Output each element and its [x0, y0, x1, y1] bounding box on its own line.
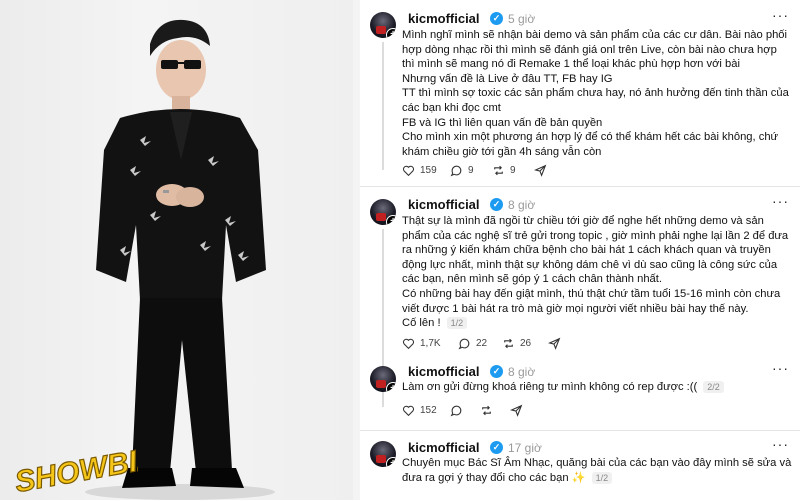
- comment-icon: [450, 165, 462, 177]
- share-button[interactable]: [534, 164, 552, 177]
- share-button[interactable]: [510, 404, 528, 417]
- repost-count: 9: [510, 165, 516, 176]
- post-time: 8 giờ: [508, 198, 536, 212]
- post-text: Thật sự là mình đã ngồi từ chiều tới giờ…: [402, 214, 792, 331]
- verified-badge-icon: ✓: [490, 198, 503, 211]
- thread-page-indicator: 1/2: [446, 317, 468, 330]
- thread-post: + kicmofficial ✓ 8 giờ ··· Thật sự là mì…: [360, 187, 800, 407]
- showbiz-watermark-logo: SHOWBIZ: [8, 441, 160, 500]
- comment-button[interactable]: [450, 404, 468, 417]
- username[interactable]: kicmofficial: [408, 364, 480, 379]
- post-text: Chuyên mục Bác Sĩ Âm Nhạc, quăng bài của…: [402, 456, 792, 485]
- thread-page-indicator: 1/2: [591, 471, 613, 484]
- post-text: Làm ơn gửi đừng khoá riêng tư mình không…: [402, 380, 792, 395]
- post-line: Có những bài hay đến giật mình, thú thật…: [402, 287, 781, 315]
- post-line: Cho mình xin một phương án hợp lý để có …: [402, 131, 779, 158]
- comment-count: 22: [476, 338, 488, 349]
- repost-button[interactable]: 9: [492, 164, 516, 177]
- repost-button[interactable]: [480, 404, 498, 417]
- send-icon: [534, 164, 547, 177]
- thread-page-indicator: 2/2: [703, 381, 724, 394]
- username[interactable]: kicmofficial: [408, 197, 480, 212]
- repost-button[interactable]: 26: [502, 337, 531, 350]
- thread-line: [382, 42, 384, 170]
- post-line: Mình nghĩ mình sẽ nhận bài demo và sản p…: [402, 29, 787, 71]
- artist-figure-illustration: [85, 19, 275, 500]
- avatar[interactable]: +: [370, 441, 396, 467]
- comment-icon: [458, 338, 470, 350]
- repost-icon: [504, 338, 513, 349]
- send-icon: [510, 404, 523, 417]
- thread-post: + kicmofficial ✓ 8 giờ ··· Làm ơn gửi đừ…: [360, 360, 800, 430]
- thread-post: + kicmofficial ✓ 17 giờ ··· Chuyên mục B…: [360, 431, 800, 500]
- share-button[interactable]: [548, 337, 566, 350]
- comment-icon: [450, 405, 462, 417]
- like-button[interactable]: 152: [402, 404, 437, 417]
- avatar[interactable]: +: [370, 366, 396, 392]
- avatar[interactable]: +: [370, 199, 396, 225]
- thread-post: + kicmofficial ✓ 5 giờ ··· Mình nghĩ mìn…: [360, 0, 800, 186]
- post-line: Thật sự là mình đã ngồi từ chiều tới giờ…: [402, 215, 789, 286]
- post-line: Làm ơn gửi đừng khoá riêng tư mình không…: [402, 381, 698, 393]
- threads-feed: + kicmofficial ✓ 5 giờ ··· Mình nghĩ mìn…: [360, 0, 800, 500]
- post-actions: 1,7K 22 26: [402, 337, 782, 353]
- watermark-text: SHOWBIZ: [12, 444, 138, 496]
- heart-icon: [402, 405, 415, 417]
- repost-icon: [494, 165, 503, 176]
- post-text: Mình nghĩ mình sẽ nhận bài demo và sản p…: [402, 28, 792, 159]
- artist-photo: [0, 0, 353, 500]
- like-count: 1,7K: [420, 338, 441, 349]
- heart-icon: [402, 165, 415, 177]
- like-count: 152: [420, 405, 437, 416]
- comment-button[interactable]: 22: [458, 337, 487, 350]
- follow-plus-icon[interactable]: +: [386, 457, 396, 467]
- post-line: FB và IG thì liên quan vấn đề bản quyền: [402, 116, 603, 129]
- post-actions: 152: [402, 404, 782, 420]
- like-button[interactable]: 1,7K: [402, 337, 441, 350]
- post-actions: 159 9 9: [402, 164, 782, 180]
- heart-icon: [402, 338, 415, 350]
- post-line: TT thì mình sợ toxic các sản phẩm chưa h…: [402, 87, 789, 114]
- repost-icon: [482, 405, 491, 416]
- comment-button[interactable]: 9: [450, 164, 474, 177]
- verified-badge-icon: ✓: [490, 365, 503, 378]
- post-time: 8 giờ: [508, 365, 536, 379]
- comment-count: 9: [468, 165, 474, 176]
- send-icon: [548, 337, 561, 350]
- post-time: 5 giờ: [508, 12, 536, 26]
- like-count: 159: [420, 165, 437, 176]
- verified-badge-icon: ✓: [490, 12, 503, 25]
- post-line: Nhưng vấn đề là Live ở đâu TT, FB hay IG: [402, 72, 613, 85]
- username[interactable]: kicmofficial: [408, 11, 480, 26]
- avatar[interactable]: +: [370, 12, 396, 38]
- more-options-icon[interactable]: ···: [772, 436, 789, 452]
- panel-divider: [353, 0, 360, 500]
- follow-plus-icon[interactable]: +: [386, 382, 396, 392]
- post-line: Cố lên !: [402, 317, 441, 330]
- like-button[interactable]: 159: [402, 164, 437, 177]
- more-options-icon[interactable]: ···: [772, 7, 789, 23]
- more-options-icon[interactable]: ···: [772, 360, 789, 376]
- post-time: 17 giờ: [508, 441, 542, 455]
- more-options-icon[interactable]: ···: [772, 193, 789, 209]
- username[interactable]: kicmofficial: [408, 440, 480, 455]
- follow-plus-icon[interactable]: +: [386, 28, 396, 38]
- follow-plus-icon[interactable]: +: [386, 215, 396, 225]
- verified-badge-icon: ✓: [490, 441, 503, 454]
- repost-count: 26: [520, 338, 532, 349]
